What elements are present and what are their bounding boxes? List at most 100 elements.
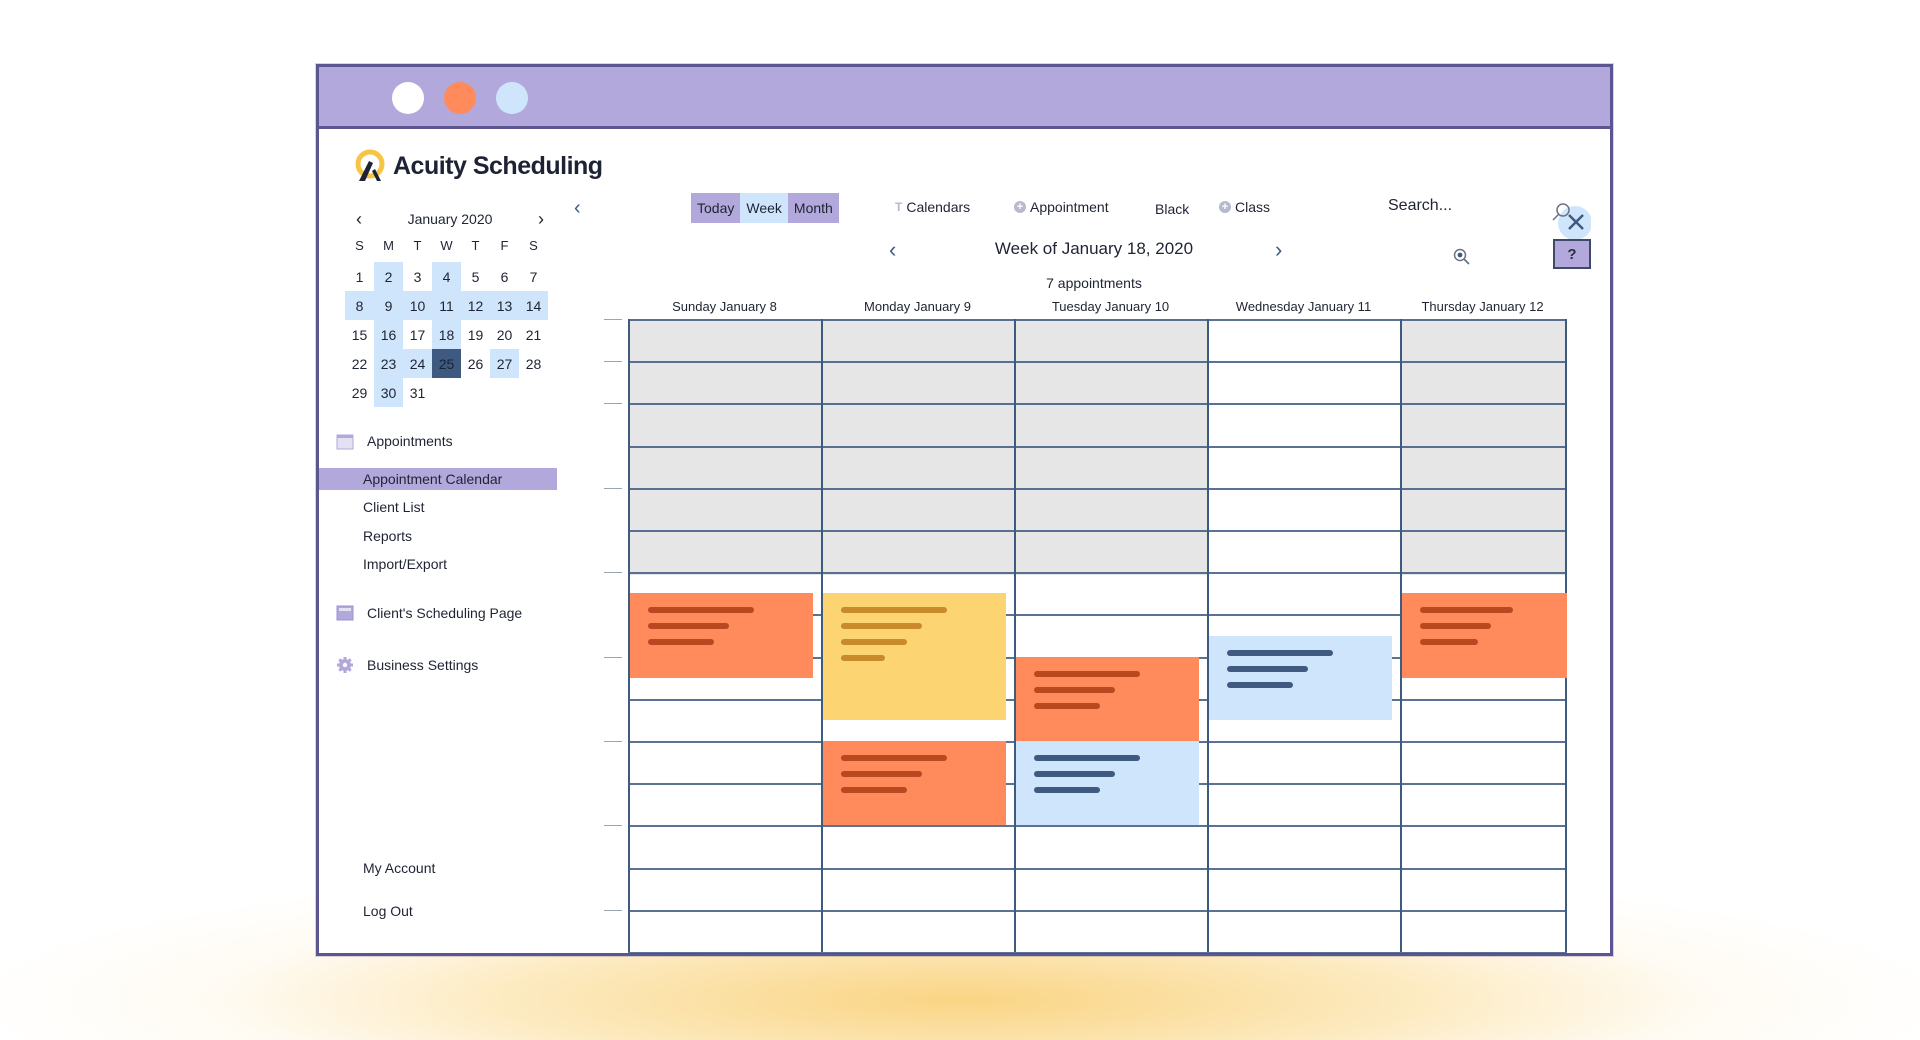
redacted-text-line	[1034, 670, 1140, 677]
mini-cal-day[interactable]: 16	[374, 320, 403, 349]
brand-logo[interactable]: Acuity Scheduling	[353, 149, 603, 183]
month-view-button[interactable]: Month	[787, 193, 839, 223]
time-slot-line	[628, 403, 1567, 406]
redacted-text-line	[1034, 702, 1101, 709]
mini-cal-day[interactable]: 24	[403, 349, 432, 378]
search-clear-icon[interactable]	[1551, 201, 1591, 241]
mini-cal-day[interactable]: 21	[519, 320, 548, 349]
mini-cal-day[interactable]: 30	[374, 378, 403, 407]
empty-day-cell	[519, 378, 548, 407]
day-header[interactable]: Tuesday January 10	[1014, 299, 1207, 314]
help-button[interactable]: ?	[1553, 239, 1591, 269]
mini-cal-day[interactable]: 27	[490, 349, 519, 378]
mini-cal-day[interactable]: 28	[519, 349, 548, 378]
appointment-block-orange[interactable]	[1016, 656, 1199, 741]
mini-cal-day[interactable]: 15	[345, 320, 374, 349]
mini-cal-day[interactable]: 14	[519, 291, 548, 320]
time-slot-line	[628, 825, 1567, 828]
mini-cal-day[interactable]: 20	[490, 320, 519, 349]
redacted-text-line	[1420, 639, 1479, 646]
class-label: Class	[1235, 199, 1271, 215]
redacted-text-line	[1227, 665, 1308, 672]
time-slot-line	[628, 319, 1567, 321]
appointment-block-yellow[interactable]	[823, 593, 1006, 720]
sidebar-item-log-out[interactable]: Log Out	[319, 900, 557, 922]
sidebar-item-my-account[interactable]: My Account	[319, 857, 557, 879]
mini-cal-day[interactable]: 19	[461, 320, 490, 349]
time-slot-line	[628, 952, 1567, 954]
time-slot-line	[628, 487, 1567, 490]
mini-cal-day[interactable]: 12	[461, 291, 490, 320]
mini-cal-day[interactable]: 26	[461, 349, 490, 378]
view-switcher: Today Week Month	[691, 193, 839, 223]
calendar-toolbar: Today Week Month T Calendars + Appointme…	[319, 193, 1610, 240]
today-button[interactable]: Today	[691, 193, 741, 223]
sidebar-item-scheduling-page[interactable]: Client's Scheduling Page	[335, 603, 522, 623]
redacted-text-line	[1034, 771, 1115, 777]
time-tick	[604, 572, 622, 574]
time-tick	[604, 909, 622, 911]
mini-cal-day[interactable]: 17	[403, 320, 432, 349]
calendars-label: Calendars	[906, 199, 971, 215]
sidebar-item-reports[interactable]: Reports	[319, 525, 557, 547]
prev-week-icon[interactable]: ‹	[889, 237, 896, 263]
redacted-text-line	[648, 623, 729, 630]
mini-cal-day[interactable]: 11	[432, 291, 461, 320]
sidebar-business-settings-label: Business Settings	[367, 657, 479, 673]
time-tick	[604, 403, 622, 405]
calendars-filter-button[interactable]: T Calendars	[895, 199, 970, 215]
appointment-block-orange[interactable]	[1402, 593, 1567, 678]
sidebar-item-client-list[interactable]: Client List	[319, 496, 557, 518]
mini-cal-day-selected[interactable]: 25	[432, 349, 461, 378]
sidebar-item-import-export[interactable]: Import/Export	[319, 553, 557, 575]
new-class-button[interactable]: + Class	[1219, 199, 1270, 215]
time-tick	[604, 825, 622, 827]
mini-cal-day[interactable]: 10	[403, 291, 432, 320]
window-dot-white[interactable]	[392, 82, 424, 114]
black-label: Black	[1155, 201, 1190, 217]
zoom-icon[interactable]	[1452, 247, 1472, 267]
new-appointment-button[interactable]: + Appointment	[1014, 199, 1109, 215]
redacted-text-line	[841, 655, 886, 662]
empty-day-cell	[490, 378, 519, 407]
redacted-text-line	[1227, 649, 1333, 656]
appointment-block-blue[interactable]	[1209, 635, 1392, 720]
day-header[interactable]: Monday January 9	[821, 299, 1014, 314]
filter-icon: T	[895, 200, 903, 214]
sidebar-section-appointments[interactable]: Appointments	[335, 431, 453, 451]
mini-cal-day[interactable]: 13	[490, 291, 519, 320]
time-slot-line	[628, 572, 1567, 575]
appointment-block-blue[interactable]	[1016, 741, 1199, 826]
redacted-text-line	[841, 771, 922, 777]
mini-cal-day[interactable]: 31	[403, 378, 432, 407]
appointment-block-orange[interactable]	[823, 741, 1006, 826]
sidebar-item-appointment-calendar[interactable]: Appointment Calendar	[319, 468, 557, 490]
acuity-logo-icon	[355, 149, 385, 181]
week-title: Week of January 18, 2020	[994, 239, 1194, 258]
appointment-block-orange[interactable]	[630, 593, 813, 678]
redacted-text-line	[648, 639, 715, 646]
mini-cal-day[interactable]: 22	[345, 349, 374, 378]
search-input[interactable]	[1388, 197, 1518, 215]
mini-cal-day[interactable]: 9	[374, 291, 403, 320]
time-tick	[604, 741, 622, 742]
next-week-icon[interactable]: ›	[1275, 237, 1282, 263]
mini-cal-day[interactable]: 18	[432, 320, 461, 349]
window-dot-orange[interactable]	[444, 82, 476, 114]
week-navigation: ‹ Week of January 18, 2020 ›	[319, 237, 1610, 267]
day-header[interactable]: Wednesday January 11	[1207, 299, 1400, 314]
sidebar-item-business-settings[interactable]: Business Settings	[335, 655, 478, 675]
black-button[interactable]: Black	[1155, 201, 1189, 217]
time-slot-line	[628, 909, 1567, 912]
window-dot-blue[interactable]	[496, 82, 528, 114]
appointment-label: Appointment	[1030, 199, 1109, 215]
redacted-text-line	[841, 639, 908, 646]
mini-cal-day[interactable]: 8	[345, 291, 374, 320]
mini-cal-day[interactable]: 29	[345, 378, 374, 407]
week-view-button[interactable]: Week	[740, 193, 788, 223]
day-header[interactable]: Sunday January 8	[628, 299, 821, 314]
brand-name: Acuity Scheduling	[393, 151, 603, 180]
mini-cal-day[interactable]: 23	[374, 349, 403, 378]
redacted-text-line	[1034, 755, 1140, 761]
day-header[interactable]: Thursday January 12	[1400, 299, 1565, 314]
